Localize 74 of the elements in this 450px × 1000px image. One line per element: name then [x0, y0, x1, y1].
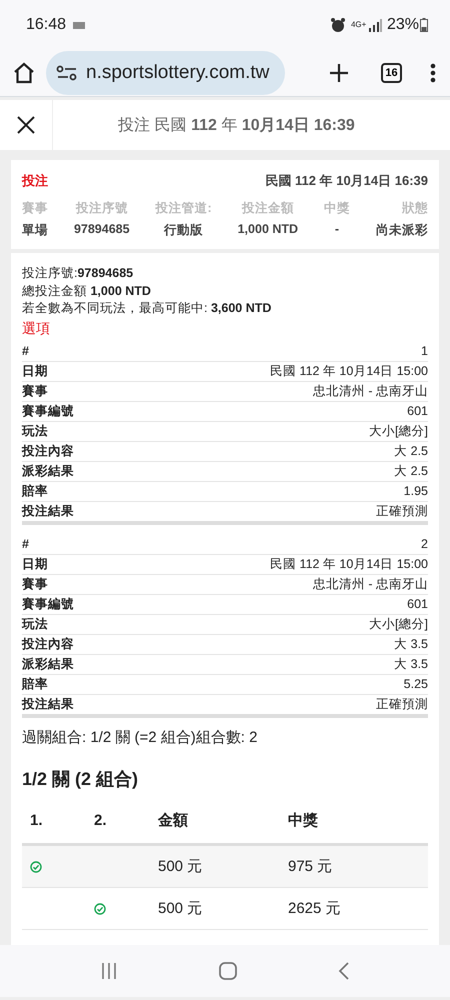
field-label: #	[22, 344, 29, 358]
field-label: 賽事編號	[22, 402, 74, 420]
field-label: 賠率	[22, 676, 48, 692]
summary-label: 狀態	[402, 200, 428, 217]
field-value: 正確預測	[376, 502, 428, 520]
summary-label: 投注金額	[242, 200, 294, 217]
field-label: 投注內容	[22, 442, 74, 460]
bet-info-line: 總投注金額 1,000 NTD	[22, 282, 152, 300]
combination-text: 過關組合: 1/2 關 (=2 組合)組合數: 2	[22, 728, 258, 746]
field-value: 601	[407, 404, 428, 418]
bet-date: 民國 112 年 10月14日 16:39	[265, 172, 428, 190]
menu-icon[interactable]	[430, 63, 436, 83]
field-label: 派彩結果	[22, 656, 74, 672]
summary-value: 97894685	[74, 222, 130, 236]
prize-cell: 975 元	[288, 844, 428, 887]
field-value: 大 2.5	[394, 462, 428, 480]
summary-value: 單場	[22, 222, 48, 239]
tab-count-button[interactable]: 16	[381, 63, 402, 83]
field-value: 大小[總分]	[369, 616, 428, 632]
summary-value: -	[334, 222, 340, 236]
field-value: 大 2.5	[394, 442, 428, 460]
field-label: 投注內容	[22, 636, 74, 652]
field-label: 賽事	[22, 576, 48, 592]
bet-info-line: 投注序號:97894685	[22, 265, 134, 282]
field-value: 601	[407, 597, 428, 611]
summary-label: 中獎	[324, 200, 350, 217]
section-title: 選項	[22, 320, 51, 338]
prize-cell: 2625 元	[288, 887, 428, 929]
url-text: n.sportslottery.com.tw	[86, 62, 270, 84]
amount-cell: 500 元	[158, 887, 288, 929]
recent-apps-icon[interactable]	[100, 962, 118, 980]
field-value: 1.95	[404, 484, 428, 498]
signal-icon	[368, 18, 382, 32]
field-label: 賠率	[22, 482, 48, 500]
field-label: 日期	[22, 362, 48, 380]
field-label: 投注結果	[22, 696, 74, 712]
combination-heading: 1/2 關 (2 組合)	[22, 768, 140, 790]
field-label: 派彩結果	[22, 462, 74, 480]
field-label: 投注結果	[22, 502, 74, 520]
address-bar[interactable]: n.sportslottery.com.tw	[46, 51, 286, 95]
field-label: 日期	[22, 556, 48, 572]
summary-label: 投注序號	[76, 200, 128, 217]
field-label: 玩法	[22, 422, 48, 440]
battery-icon	[420, 18, 428, 32]
page-title: 投注 民國 112 年 10月14日 16:39	[117, 116, 356, 136]
summary-value: 1,000 NTD	[238, 222, 298, 236]
field-label: 賽事	[22, 382, 48, 400]
summary-label: 投注管道:	[156, 200, 212, 217]
home-icon[interactable]	[12, 61, 36, 85]
back-icon[interactable]	[338, 961, 350, 981]
field-value: 民國 112 年 10月14日 15:00	[270, 362, 428, 380]
bet-type-label: 投注	[22, 172, 48, 190]
bet-info-line: 若全數為不同玩法，最高可能中: 3,600 NTD	[22, 300, 272, 317]
field-label: 玩法	[22, 616, 48, 632]
field-value: 1	[421, 344, 428, 358]
field-value: 大 3.5	[394, 636, 428, 652]
field-label: 賽事編號	[22, 596, 74, 612]
field-value: 民國 112 年 10月14日 15:00	[270, 556, 428, 572]
clock-time: 16:48	[26, 16, 66, 34]
amount-cell: 500 元	[158, 844, 288, 887]
field-value: 大 3.5	[394, 656, 428, 672]
new-tab-icon[interactable]	[329, 63, 349, 83]
summary-value: 尚未派彩	[376, 222, 428, 239]
field-value: 忠北清州 - 忠南牙山	[312, 382, 428, 400]
battery-level: 23%	[386, 16, 419, 34]
field-value: 大小[總分]	[369, 422, 428, 440]
summary-label: 賽事	[22, 200, 48, 217]
site-settings-icon[interactable]	[56, 65, 78, 81]
summary-value: 行動版	[164, 222, 204, 239]
field-value: 正確預測	[376, 696, 428, 712]
field-value: 忠北清州 - 忠南牙山	[312, 576, 428, 592]
field-value: 2	[421, 537, 428, 551]
field-value: 5.25	[404, 677, 428, 691]
field-label: #	[22, 537, 29, 551]
